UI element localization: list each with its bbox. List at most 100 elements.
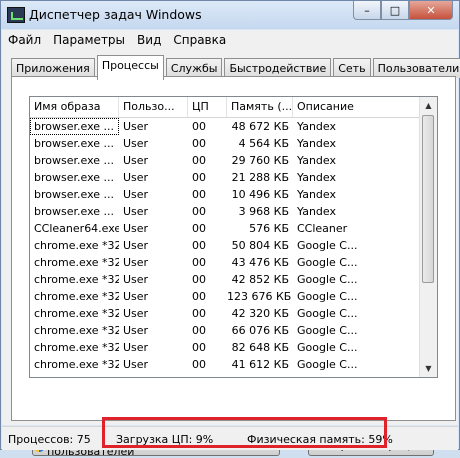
process-description-cell: Yandex (297, 154, 336, 167)
process-cpu-cell: 00 (192, 290, 206, 303)
process-memory-cell: 43 476 КБ (231, 256, 289, 269)
column-header-user[interactable]: Пользо... (119, 97, 188, 117)
process-list[interactable]: Имя образа Пользо... ЦП Память (... Опис… (29, 96, 438, 378)
process-memory-cell: 50 804 КБ (231, 239, 289, 252)
minimize-button[interactable]: – (353, 1, 381, 20)
process-memory-cell: 41 612 КБ (231, 358, 289, 371)
column-header-memory[interactable]: Память (... (227, 97, 293, 117)
task-manager-window: Диспетчер задач Windows – □ ✕ Файл Парам… (0, 0, 460, 458)
process-cpu-cell: 00 (192, 171, 206, 184)
process-description-cell: Google C... (297, 307, 358, 320)
tab-performance[interactable]: Быстродействие (224, 58, 332, 78)
process-name-cell: browser.exe ... (34, 171, 114, 184)
table-row[interactable]: chrome.exe *32 User 00 42 852 КБ Google C... (30, 271, 426, 288)
table-row[interactable]: chrome.exe *32 User 00 50 804 КБ Google C... (30, 237, 426, 254)
table-row[interactable]: chrome.exe *32 User 00 66 076 КБ Google C... (30, 322, 426, 339)
process-user-cell: User (123, 358, 149, 371)
close-button[interactable]: ✕ (409, 1, 453, 20)
menu-help[interactable]: Справка (167, 30, 232, 50)
process-cpu-cell: 00 (192, 256, 206, 269)
column-header-description[interactable]: Описание (293, 97, 426, 117)
process-name-cell: chrome.exe *32 (34, 290, 119, 303)
process-name-cell: browser.exe ... (34, 188, 114, 201)
tab-services[interactable]: Службы (165, 58, 223, 78)
vertical-scrollbar[interactable]: ▲ ▼ (419, 97, 437, 377)
table-row[interactable]: chrome.exe *32 User 00 42 320 КБ Google C... (30, 305, 426, 322)
process-description-cell: Yandex (297, 137, 336, 150)
title-bar[interactable]: Диспетчер задач Windows – □ ✕ (1, 1, 459, 29)
process-cpu-cell: 00 (192, 324, 206, 337)
process-cpu-cell: 00 (192, 120, 206, 133)
table-row[interactable]: CCleaner64.exe User 00 576 КБ CCleaner (30, 220, 426, 237)
table-row[interactable]: browser.exe ... User 00 48 672 КБ Yandex (30, 118, 426, 135)
process-cpu-cell: 00 (192, 188, 206, 201)
process-user-cell: User (123, 290, 149, 303)
process-name-cell: chrome.exe *32 (34, 273, 119, 286)
table-row[interactable]: browser.exe ... User 00 21 288 КБ Yandex (30, 169, 426, 186)
process-cpu-cell: 00 (192, 222, 206, 235)
process-description-cell: Google C... (297, 341, 358, 354)
process-user-cell: User (123, 324, 149, 337)
table-row[interactable]: browser.exe ... User 00 10 496 КБ Yandex (30, 186, 426, 203)
process-description-cell: CCleaner (297, 222, 348, 235)
scroll-down-arrow-icon[interactable]: ▼ (420, 360, 437, 377)
processes-panel: Имя образа Пользо... ЦП Память (... Опис… (11, 76, 456, 421)
table-row[interactable]: chrome.exe *32 User 00 82 648 КБ Google C... (30, 339, 426, 356)
process-memory-cell: 10 496 КБ (231, 188, 289, 201)
process-user-cell: User (123, 239, 149, 252)
process-name-cell: chrome.exe *32 (34, 324, 119, 337)
process-memory-cell: 3 968 КБ (238, 205, 289, 218)
process-description-cell: Google C... (297, 290, 358, 303)
table-row[interactable]: browser.exe ... User 00 3 968 КБ Yandex (30, 203, 426, 220)
process-cpu-cell: 00 (192, 205, 206, 218)
column-header-row: Имя образа Пользо... ЦП Память (... Опис… (30, 97, 426, 118)
menu-file[interactable]: Файл (2, 30, 47, 50)
client-area: Приложения Процессы Службы Быстродействи… (2, 50, 460, 458)
tab-applications[interactable]: Приложения (11, 58, 95, 78)
process-name-cell: chrome.exe *32 (34, 358, 119, 371)
process-name-cell: CCleaner64.exe (34, 222, 119, 235)
tab-users[interactable]: Пользователи (372, 58, 460, 78)
scroll-thumb[interactable] (422, 115, 434, 283)
process-memory-cell: 66 076 КБ (231, 324, 289, 337)
process-cpu-cell: 00 (192, 341, 206, 354)
table-row[interactable]: browser.exe ... User 00 4 564 КБ Yandex (30, 135, 426, 152)
column-header-image-name[interactable]: Имя образа (30, 97, 119, 117)
process-description-cell: Yandex (297, 120, 336, 133)
process-user-cell: User (123, 137, 149, 150)
process-description-cell: Google C... (297, 358, 358, 371)
table-row[interactable]: chrome.exe *32 User 00 123 676 КБ Google C..… (30, 288, 426, 305)
process-memory-cell: 42 320 КБ (231, 307, 289, 320)
process-memory-cell: 576 КБ (249, 222, 289, 235)
tab-networking[interactable]: Сеть (333, 58, 371, 78)
tab-processes[interactable]: Процессы (96, 55, 164, 80)
menu-options[interactable]: Параметры (47, 30, 131, 50)
process-user-cell: User (123, 171, 149, 184)
process-name-cell: browser.exe ... (34, 154, 114, 167)
table-row[interactable]: browser.exe ... User 00 29 760 КБ Yandex (30, 152, 426, 169)
column-header-cpu[interactable]: ЦП (188, 97, 227, 117)
process-cpu-cell: 00 (192, 239, 206, 252)
process-memory-cell: 48 672 КБ (231, 120, 289, 133)
process-name-cell: chrome.exe *32 (34, 341, 119, 354)
maximize-button[interactable]: □ (381, 1, 409, 20)
process-name-cell: chrome.exe *32 (34, 256, 119, 269)
process-cpu-cell: 00 (192, 307, 206, 320)
process-name-cell: browser.exe ... (30, 118, 119, 135)
table-row[interactable]: chrome.exe *32 User 00 41 612 КБ Google C... (30, 356, 426, 373)
menu-view[interactable]: Вид (131, 30, 167, 50)
process-memory-cell: 123 676 КБ (227, 290, 292, 303)
process-user-cell: User (123, 120, 149, 133)
window-controls: – □ ✕ (353, 1, 453, 21)
process-user-cell: User (123, 341, 149, 354)
task-manager-icon (7, 7, 25, 23)
process-memory-cell: 29 760 КБ (231, 154, 289, 167)
process-name-cell: chrome.exe *32 (34, 239, 119, 252)
table-row[interactable]: chrome.exe *32 User 00 43 476 КБ Google C... (30, 254, 426, 271)
process-memory-cell: 42 852 КБ (231, 273, 289, 286)
scroll-up-arrow-icon[interactable]: ▲ (420, 97, 437, 114)
process-memory-cell: 82 648 КБ (231, 341, 289, 354)
process-cpu-cell: 00 (192, 358, 206, 371)
process-description-cell: Yandex (297, 205, 336, 218)
process-user-cell: User (123, 205, 149, 218)
